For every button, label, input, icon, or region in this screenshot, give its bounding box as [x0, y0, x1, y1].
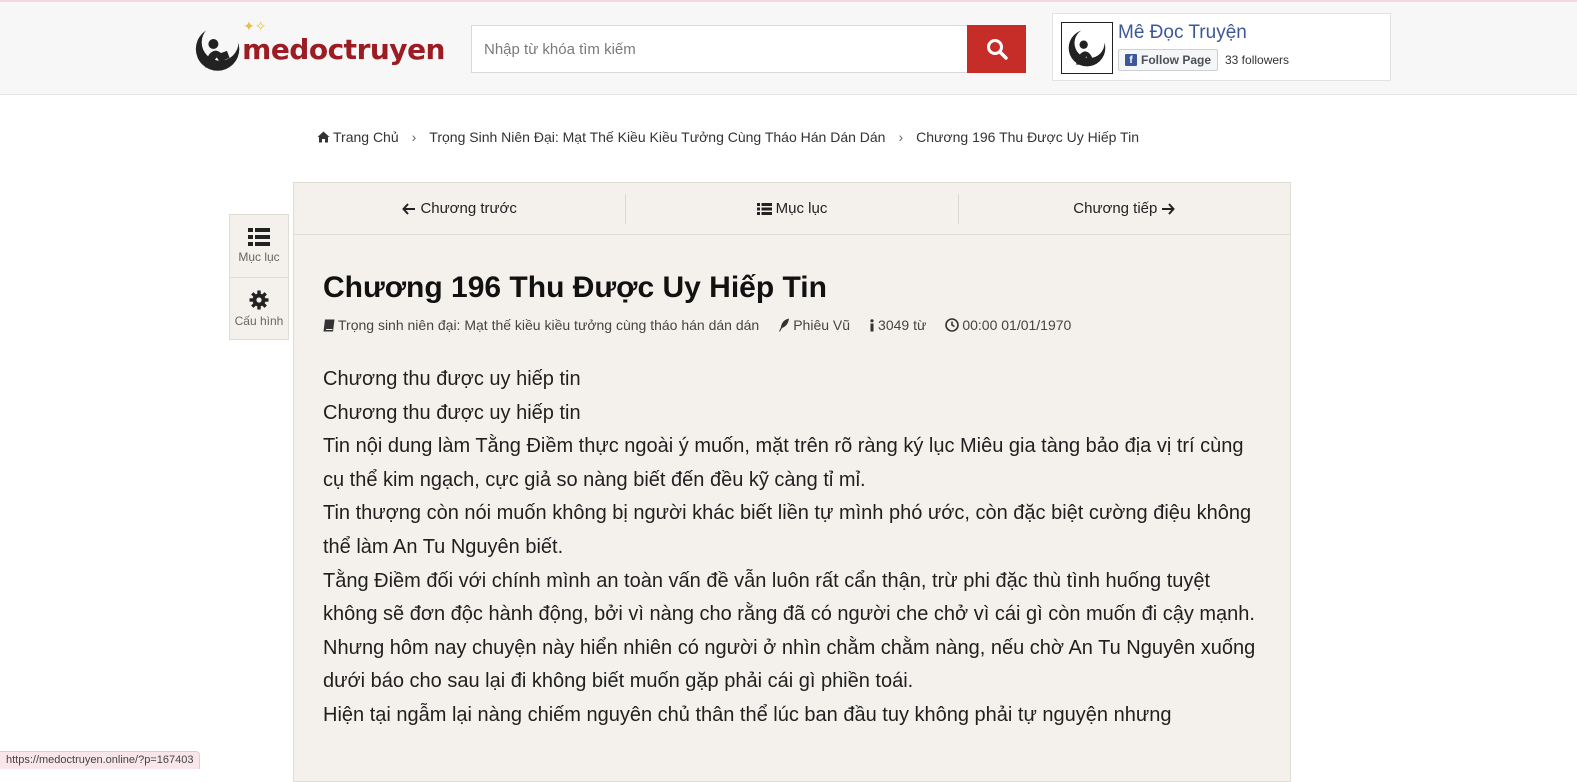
- facebook-page-widget: Mê Đọc Truyện f Follow Page 33 followers: [1052, 13, 1391, 81]
- chapter-paragraph: Chương thu được uy hiếp tin: [323, 401, 581, 424]
- follow-label: Follow Page: [1141, 53, 1212, 67]
- followers-count: 33 followers: [1225, 53, 1290, 67]
- gear-icon: [249, 290, 269, 310]
- prev-chapter-button[interactable]: Chương trước: [294, 194, 625, 224]
- chapter-paragraph: Hiện tại ngẫm lại nàng chiếm nguyên chủ …: [323, 703, 1172, 726]
- breadcrumb-chapter[interactable]: Chương 196 Thu Được Uy Hiếp Tin: [916, 129, 1139, 145]
- side-toc-button[interactable]: Mục lục: [230, 215, 288, 277]
- page-name-link[interactable]: Mê Đọc Truyện: [1118, 22, 1247, 44]
- search-bar: [471, 25, 1026, 73]
- sparkle-icon: ✦✧: [243, 18, 267, 34]
- facebook-icon: f: [1125, 54, 1137, 66]
- meta-time-value: 00:00 01/01/1970: [962, 317, 1072, 333]
- next-chapter-label: Chương tiếp: [1073, 200, 1158, 217]
- info-icon: [870, 318, 874, 331]
- next-chapter-button[interactable]: Chương tiếp: [957, 193, 1290, 224]
- follow-page-button[interactable]: f Follow Page: [1118, 49, 1219, 71]
- toc-label: Mục lục: [775, 200, 828, 217]
- meta-book-title: Trọng sinh niên đại: Mạt thế kiều kiều t…: [338, 317, 760, 333]
- list-icon: [756, 202, 772, 215]
- side-tools: Mục lục Cấu hình: [229, 214, 289, 340]
- chapter-meta: Trọng sinh niên đại: Mạt thế kiều kiều t…: [323, 317, 1090, 333]
- site-header: ✦✧ medoctruyen Mê Đọc Truyện f Follow Pa…: [0, 2, 1577, 95]
- meta-author[interactable]: Phiêu Vũ: [778, 317, 850, 333]
- meta-word-count: 3049 từ: [869, 317, 926, 333]
- chapter-nav: Chương trước Mục lục Chương tiếp: [294, 183, 1290, 235]
- arrow-right-icon: [1162, 202, 1176, 215]
- side-settings-label: Cấu hình: [234, 314, 284, 328]
- meta-words: 3049 từ: [878, 317, 927, 333]
- meta-author-name: Phiêu Vũ: [793, 317, 851, 333]
- side-toc-label: Mục lục: [238, 250, 280, 264]
- breadcrumb-separator: ›: [898, 129, 904, 145]
- chapter-paragraph: Tin nội dung làm Tằng Điềm thực ngoài ý …: [323, 435, 1244, 491]
- book-icon: [323, 319, 335, 331]
- chapter-paragraph: Tằng Điềm đối với chính mình an toàn vấn…: [323, 569, 1255, 626]
- toc-button[interactable]: Mục lục: [625, 193, 957, 224]
- chapter-paragraph: Tin thượng còn nói muốn không bị người k…: [323, 502, 1252, 558]
- home-icon: [317, 131, 330, 143]
- chapter-reader: Chương trước Mục lục Chương tiếp Chương …: [293, 182, 1291, 782]
- side-settings-button[interactable]: Cấu hình: [230, 277, 288, 340]
- meta-time: 00:00 01/01/1970: [945, 317, 1071, 333]
- chapter-paragraph: Nhưng hôm nay chuyện này hiển nhiên có n…: [323, 636, 1256, 693]
- clock-icon: [945, 318, 960, 332]
- list-icon: [248, 228, 270, 246]
- search-input[interactable]: [472, 26, 967, 72]
- site-logo[interactable]: ✦✧ medoctruyen: [195, 18, 445, 80]
- status-bar-url: https://medoctruyen.online/?p=167403: [0, 751, 201, 769]
- meta-book[interactable]: Trọng sinh niên đại: Mạt thế kiều kiều t…: [323, 317, 759, 333]
- breadcrumb-home[interactable]: Trang Chủ: [333, 129, 399, 145]
- page-avatar[interactable]: [1061, 22, 1113, 74]
- search-icon: [986, 39, 1008, 60]
- logo-text: medoctruyen: [242, 32, 445, 66]
- feather-icon: [779, 318, 790, 332]
- arrow-left-icon: [402, 202, 416, 215]
- chapter-content: Chương thu được uy hiếp tin Chương thu đ…: [323, 363, 1263, 733]
- search-button[interactable]: [967, 25, 1026, 73]
- breadcrumb-book[interactable]: Trọng Sinh Niên Đại: Mạt Thế Kiều Kiều T…: [429, 129, 885, 145]
- breadcrumb-separator: ›: [411, 129, 417, 145]
- chapter-paragraph: Chương thu được uy hiếp tin: [323, 368, 581, 390]
- breadcrumb: Trang Chủ › Trọng Sinh Niên Đại: Mạt Thế…: [317, 129, 1139, 145]
- reader-silhouette-icon: [1068, 28, 1106, 67]
- chapter-title: Chương 196 Thu Được Uy Hiếp Tin: [323, 271, 827, 304]
- reader-silhouette-icon: [195, 23, 240, 71]
- prev-chapter-label: Chương trước: [420, 200, 517, 217]
